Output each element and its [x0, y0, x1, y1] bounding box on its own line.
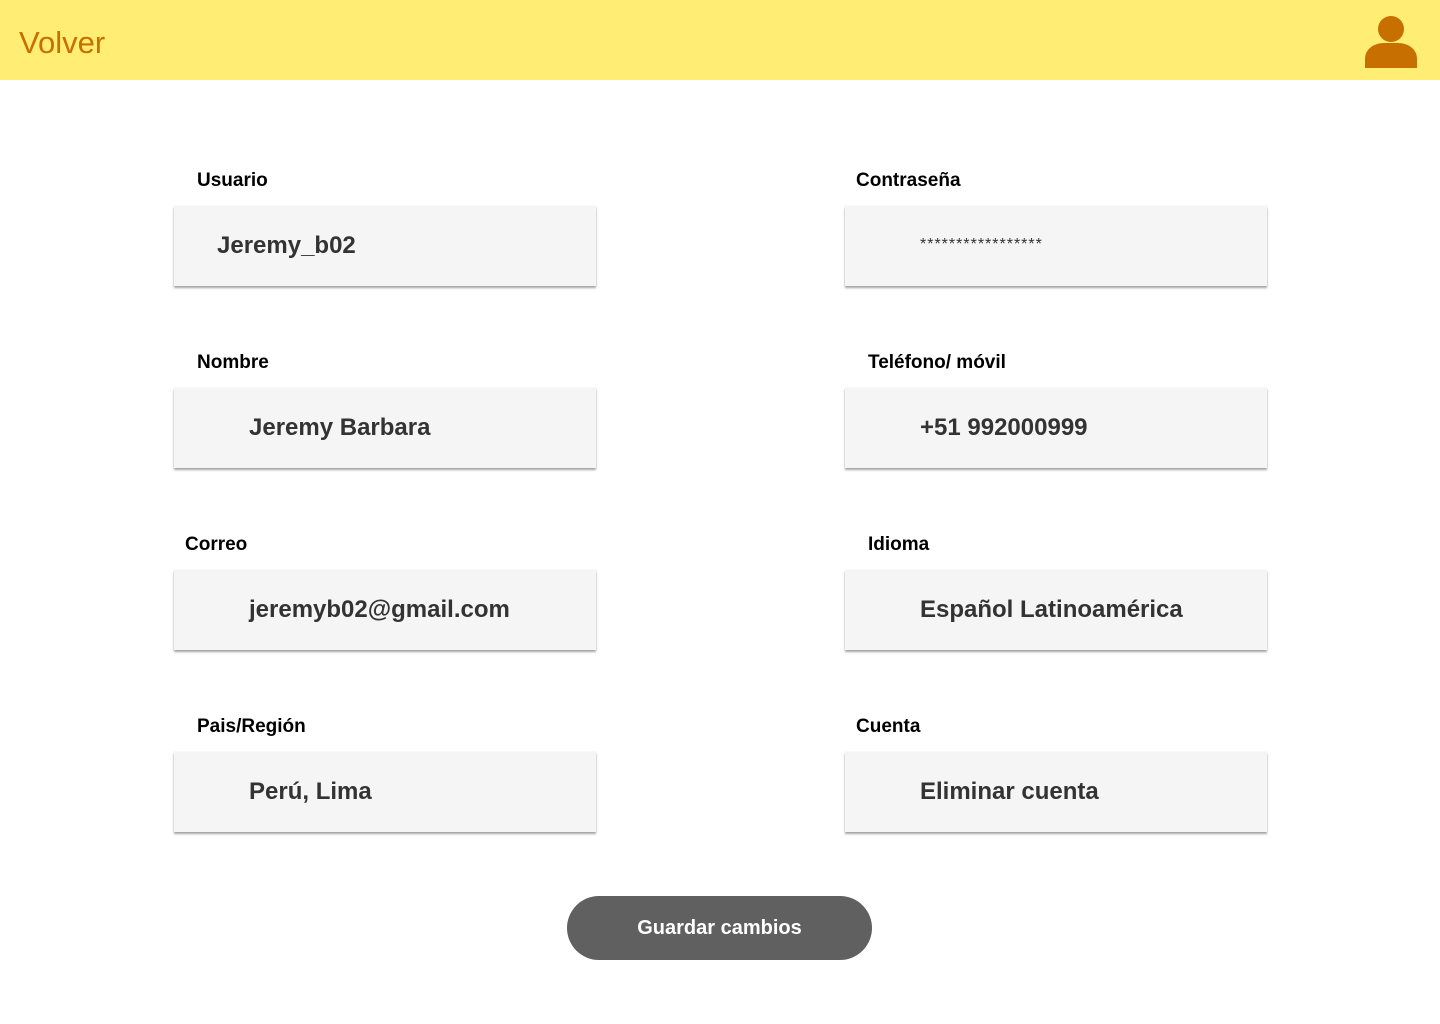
- nombre-value: Jeremy Barbara: [249, 414, 431, 441]
- contrasena-label: Contraseña: [856, 170, 961, 191]
- delete-account-label: Eliminar cuenta: [920, 778, 1099, 805]
- usuario-value: Jeremy_b02: [217, 232, 356, 259]
- correo-value: jeremyb02@gmail.com: [249, 596, 510, 623]
- correo-input[interactable]: jeremyb02@gmail.com: [174, 570, 596, 650]
- telefono-input[interactable]: +51 992000999: [845, 388, 1267, 468]
- correo-label: Correo: [185, 534, 248, 555]
- idioma-label: Idioma: [868, 534, 930, 555]
- usuario-input[interactable]: Jeremy_b02: [174, 206, 596, 286]
- pais-label: Pais/Región: [197, 716, 306, 737]
- contrasena-input[interactable]: *****************: [845, 206, 1267, 286]
- pais-input[interactable]: Perú, Lima: [174, 752, 596, 832]
- idioma-select[interactable]: Español Latinoamérica: [845, 570, 1267, 650]
- telefono-label: Teléfono/ móvil: [868, 352, 1006, 373]
- cuenta-label: Cuenta: [856, 716, 921, 737]
- telefono-value: +51 992000999: [920, 414, 1088, 441]
- delete-account-button[interactable]: Eliminar cuenta: [845, 752, 1267, 832]
- pais-value: Perú, Lima: [249, 778, 372, 805]
- nombre-label: Nombre: [197, 352, 269, 373]
- contrasena-value: *****************: [920, 236, 1043, 253]
- idioma-value: Español Latinoamérica: [920, 596, 1183, 623]
- usuario-label: Usuario: [197, 170, 268, 191]
- nombre-input[interactable]: Jeremy Barbara: [174, 388, 596, 468]
- back-link[interactable]: Volver: [19, 24, 105, 61]
- top-bar: Volver: [0, 0, 1440, 80]
- user-icon[interactable]: [1364, 14, 1418, 68]
- save-changes-button[interactable]: Guardar cambios: [567, 896, 872, 960]
